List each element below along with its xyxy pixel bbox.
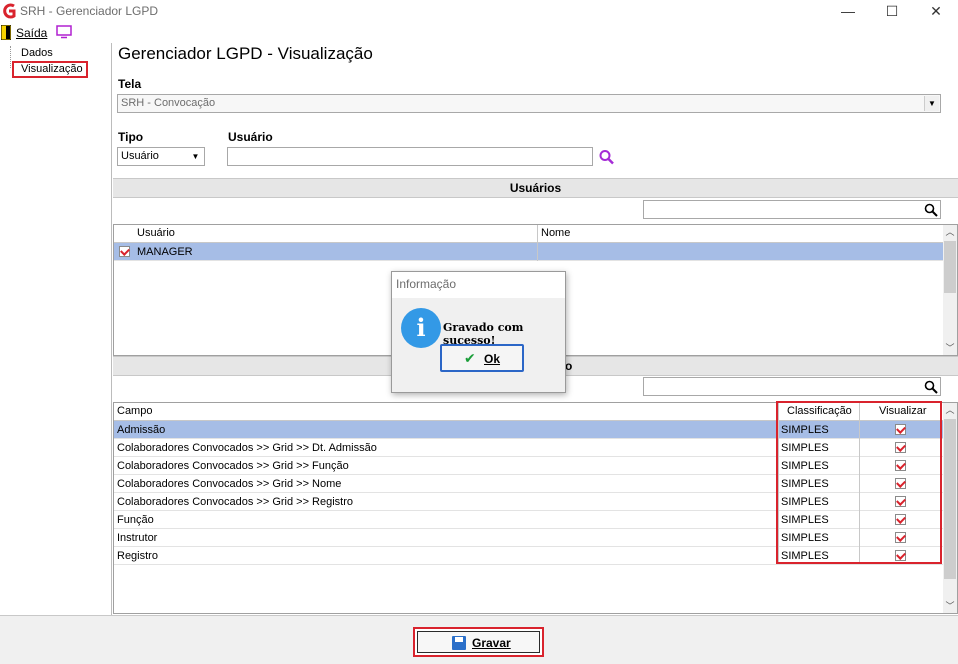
exit-icon[interactable] [1, 25, 11, 40]
usuario-input[interactable] [227, 147, 593, 166]
floppy-disk-icon [452, 636, 466, 650]
minimize-button[interactable]: — [826, 0, 870, 22]
dialog-title: Informação [392, 272, 565, 298]
window-title: SRH - Gerenciador LGPD [20, 4, 159, 18]
tela-select[interactable]: SRH - Convocação ▼ [117, 94, 941, 113]
navigation-tree [0, 43, 112, 615]
title-bar: SRH - Gerenciador LGPD — ☐ ✕ [0, 0, 958, 22]
row-campo: Colaboradores Convocados >> Grid >> Dt. … [117, 442, 377, 454]
row-campo: Função [117, 514, 154, 526]
tree-item-visualizacao[interactable]: Visualização [21, 63, 83, 75]
tree-connector [10, 46, 11, 68]
save-button-label: Gravar [472, 636, 511, 650]
page-title: Gerenciador LGPD - Visualização [118, 44, 373, 63]
tipo-label: Tipo [118, 130, 144, 144]
chevron-down-icon[interactable]: ▼ [188, 149, 203, 164]
monitor-icon[interactable] [56, 25, 72, 39]
users-section-header: Usuários [113, 178, 958, 198]
tree-item-dados[interactable]: Dados [21, 47, 53, 59]
scroll-thumb[interactable] [944, 419, 956, 579]
ok-button[interactable]: ✔ Ok [440, 344, 524, 372]
checkmark-icon: ✔ [464, 350, 476, 366]
column-divider [537, 225, 538, 243]
users-filter-input[interactable] [643, 200, 941, 219]
row-campo: Admissão [117, 424, 166, 436]
users-grid-scrollbar[interactable]: ︿ ﹀ [943, 225, 957, 355]
row-usuario: MANAGER [137, 246, 193, 258]
row-campo: Colaboradores Convocados >> Grid >> Nome [117, 478, 342, 490]
save-button[interactable]: Gravar [413, 627, 544, 657]
info-icon: i [401, 308, 441, 348]
chevron-down-icon[interactable]: ▼ [924, 96, 939, 111]
fields-grid-scrollbar[interactable]: ︿ ﹀ [943, 403, 957, 613]
scroll-up-icon[interactable]: ︿ [943, 225, 957, 239]
column-header-campo[interactable]: Campo [117, 405, 152, 417]
fields-filter-input[interactable] [643, 377, 941, 396]
column-header-usuario[interactable]: Usuário [137, 227, 175, 239]
close-button[interactable]: ✕ [914, 0, 958, 22]
scroll-down-icon[interactable]: ﹀ [943, 341, 957, 355]
row-campo: Registro [117, 550, 158, 562]
column-header-nome[interactable]: Nome [541, 227, 570, 239]
column-divider [537, 243, 538, 261]
row-campo: Colaboradores Convocados >> Grid >> Regi… [117, 496, 354, 508]
row-campo: Colaboradores Convocados >> Grid >> Funç… [117, 460, 349, 472]
tela-select-value: SRH - Convocação [121, 97, 216, 109]
fields-section-title: o [565, 359, 573, 373]
tipo-select-value: Usuário [121, 150, 159, 162]
maximize-button[interactable]: ☐ [870, 0, 914, 22]
menu-exit-label: Saída [16, 26, 48, 40]
usuario-label: Usuário [228, 130, 273, 144]
scroll-down-icon[interactable]: ﹀ [943, 599, 957, 613]
scroll-up-icon[interactable]: ︿ [943, 403, 957, 417]
menu-exit[interactable]: Saída [16, 26, 47, 40]
scroll-thumb[interactable] [944, 241, 956, 293]
search-icon[interactable] [924, 380, 938, 394]
search-icon[interactable] [924, 203, 938, 217]
search-icon[interactable] [598, 149, 616, 165]
app-logo-icon [3, 3, 16, 19]
row-campo: Instrutor [117, 532, 158, 544]
info-dialog: Informação i Gravado com sucesso! ✔ Ok [391, 271, 566, 393]
tipo-select[interactable]: Usuário ▼ [117, 147, 205, 166]
ok-button-label: Ok [484, 352, 501, 366]
users-grid-header: Usuário Nome [114, 225, 943, 243]
highlight-box [776, 401, 942, 564]
table-row[interactable]: MANAGER [114, 243, 943, 261]
menu-bar [0, 22, 958, 43]
tela-label: Tela [118, 77, 142, 91]
row-checkbox[interactable] [119, 246, 130, 257]
save-button-inner: Gravar [417, 631, 540, 653]
